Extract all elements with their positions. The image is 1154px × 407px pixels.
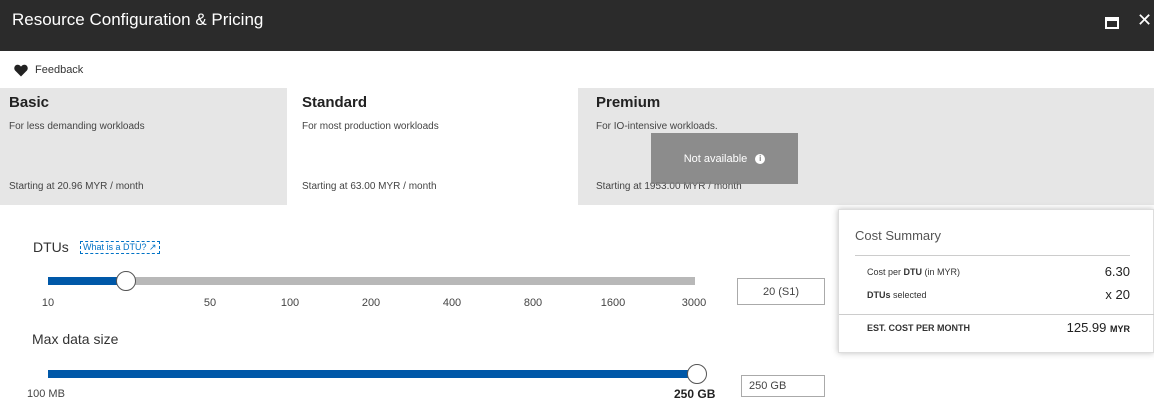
feedback-button[interactable]: Feedback	[14, 62, 83, 78]
tier-price: Starting at 63.00 MYR / month	[302, 181, 437, 192]
max-size-slider[interactable]	[48, 364, 707, 384]
dtu-tick: 200	[361, 297, 381, 309]
cost-per-dtu-label-bold: DTU	[903, 267, 923, 277]
tier-description: For less demanding workloads	[9, 121, 145, 132]
max-size-value-input[interactable]: 250 GB	[741, 375, 825, 397]
dtu-tick: 100	[280, 297, 300, 309]
est-cost-label: EST. COST PER MONTH	[867, 323, 971, 333]
cost-per-dtu-label-post: (in MYR)	[922, 267, 961, 277]
cost-summary-title: Cost Summary	[855, 228, 941, 243]
tier-name: Basic	[9, 94, 50, 111]
tier-basic[interactable]: Basic For less demanding workloads Start…	[0, 88, 287, 205]
dtus-selected-row: DTUs selected x 20	[867, 287, 1130, 302]
max-size-slider-thumb[interactable]	[687, 364, 707, 384]
not-available-label: Not available	[683, 152, 748, 165]
max-size-min-label: 100 MB	[27, 388, 65, 400]
est-cost-amount: 125.99	[1066, 320, 1107, 335]
dtu-tick: 10	[41, 297, 55, 309]
cost-per-dtu-row: Cost per DTU (in MYR) 6.30	[867, 264, 1130, 279]
divider	[839, 314, 1154, 315]
dtu-slider-track	[48, 277, 695, 285]
max-size-slider-fill	[48, 370, 697, 378]
dtu-tick: 50	[203, 297, 217, 309]
window-title: Resource Configuration & Pricing	[12, 10, 264, 29]
est-cost-unit: MYR	[1110, 324, 1130, 334]
tier-description: For most production workloads	[302, 121, 439, 132]
heart-icon	[14, 64, 28, 76]
dtus-selected-label-bold: DTUs	[867, 290, 891, 300]
dtu-slider-thumb[interactable]	[115, 271, 136, 291]
dtu-label: DTUs	[33, 239, 69, 255]
tier-description: For IO-intensive workloads.	[596, 121, 718, 132]
dtu-slider[interactable]	[48, 271, 695, 291]
close-icon[interactable]: ✕	[1137, 10, 1152, 30]
cost-per-dtu-label-pre: Cost per	[867, 267, 904, 277]
feedback-label: Feedback	[35, 64, 84, 76]
pricing-tier-tabs: Basic For less demanding workloads Start…	[0, 88, 1154, 205]
divider	[855, 255, 1130, 256]
info-icon[interactable]: i	[755, 153, 766, 164]
tier-name: Premium	[596, 94, 661, 111]
not-available-overlay: Not available i	[651, 133, 798, 184]
dtu-value-input[interactable]: 20 (S1)	[737, 278, 825, 305]
cost-summary-panel: Cost Summary Cost per DTU (in MYR) 6.30 …	[838, 209, 1154, 353]
dtu-tick: 1600	[600, 297, 626, 309]
tier-standard[interactable]: Standard For most production workloads S…	[287, 88, 578, 205]
dtu-tick: 3000	[681, 297, 707, 309]
maximize-icon[interactable]	[1105, 17, 1119, 29]
cost-per-dtu-value: 6.30	[1104, 264, 1130, 279]
max-data-size-label: Max data size	[32, 331, 119, 347]
dtu-tick: 800	[523, 297, 543, 309]
tier-name: Standard	[302, 94, 368, 111]
dtu-tick: 400	[442, 297, 462, 309]
what-is-dtu-link[interactable]: What is a DTU? ↗	[80, 241, 160, 254]
est-cost-value: 125.99 MYR	[1067, 320, 1130, 335]
dtus-selected-label-post: selected	[890, 290, 927, 300]
tier-price: Starting at 20.96 MYR / month	[9, 181, 144, 192]
est-cost-row: EST. COST PER MONTH 125.99 MYR	[867, 320, 1130, 335]
dtus-selected-value: x 20	[1105, 287, 1130, 302]
dtu-slider-fill	[48, 277, 126, 285]
title-bar: Resource Configuration & Pricing ✕	[0, 0, 1154, 51]
max-size-max-label: 250 GB	[674, 387, 716, 401]
